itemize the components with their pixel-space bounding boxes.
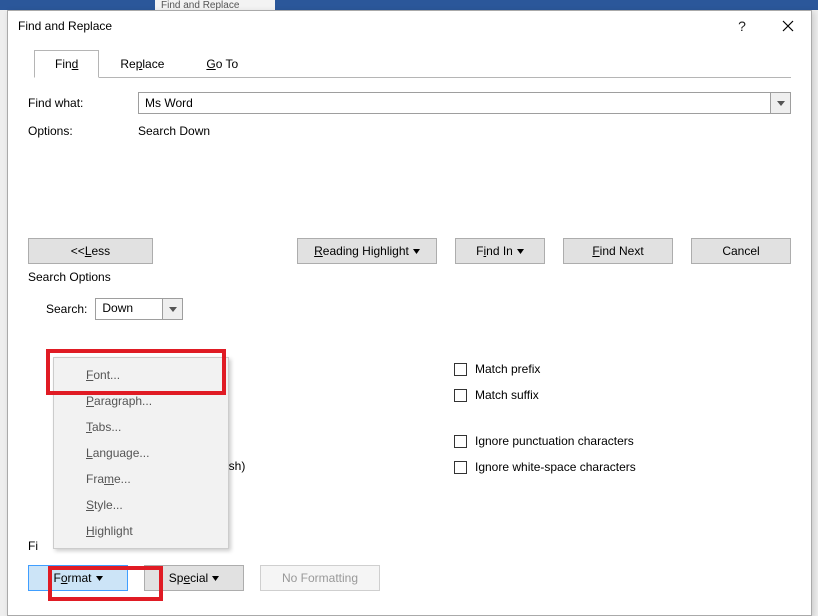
cancel-button[interactable]: Cancel	[691, 238, 791, 264]
menu-item-language[interactable]: Language...	[54, 440, 228, 466]
match-prefix-label: Match prefix	[475, 362, 540, 376]
reading-highlight-button[interactable]: Reading Highlight	[297, 238, 437, 264]
format-menu: Font... Paragraph... Tabs... Language...…	[53, 357, 229, 549]
match-suffix-label: Match suffix	[475, 388, 539, 402]
menu-item-highlight[interactable]: Highlight	[54, 518, 228, 544]
dropdown-triangle-icon	[517, 244, 524, 258]
background-tab: Find and Replace	[155, 0, 275, 10]
menu-item-tabs[interactable]: Tabs...	[54, 414, 228, 440]
tab-strip: Find Replace Go To	[34, 49, 791, 78]
menu-item-font[interactable]: Font...	[54, 362, 228, 388]
chevron-down-icon	[777, 101, 785, 106]
tab-find[interactable]: Find	[34, 50, 99, 78]
tab-goto[interactable]: Go To	[185, 50, 259, 78]
find-what-input[interactable]	[139, 93, 770, 113]
menu-item-style[interactable]: Style...	[54, 492, 228, 518]
dropdown-triangle-icon	[96, 571, 103, 585]
no-formatting-button: No Formatting	[260, 565, 380, 591]
search-direction-dropdown[interactable]	[162, 299, 182, 319]
chevron-down-icon	[169, 307, 177, 312]
search-direction-value: Down	[96, 299, 162, 319]
ignore-punctuation-row[interactable]: Ignore punctuation characters	[454, 434, 636, 448]
search-direction-label: Search:	[46, 302, 87, 316]
find-replace-dialog: Find and Replace ? Find Replace Go To Fi…	[7, 10, 812, 616]
options-value: Search Down	[138, 124, 210, 138]
find-in-button[interactable]: Find In	[455, 238, 545, 264]
dialog-title: Find and Replace	[18, 19, 719, 33]
less-button[interactable]: << Less	[28, 238, 153, 264]
dropdown-triangle-icon	[212, 571, 219, 585]
search-direction-select[interactable]: Down	[95, 298, 183, 320]
special-button[interactable]: Special	[144, 565, 244, 591]
find-what-label: Find what:	[28, 96, 138, 110]
search-options-label: Search Options	[28, 270, 791, 284]
match-suffix-row[interactable]: Match suffix	[454, 388, 540, 402]
ignore-whitespace-checkbox[interactable]	[454, 461, 467, 474]
match-suffix-checkbox[interactable]	[454, 389, 467, 402]
close-button[interactable]	[765, 11, 811, 41]
menu-item-paragraph[interactable]: Paragraph...	[54, 388, 228, 414]
find-what-dropdown[interactable]	[770, 93, 790, 113]
ignore-punctuation-checkbox[interactable]	[454, 435, 467, 448]
match-prefix-checkbox[interactable]	[454, 363, 467, 376]
tab-replace[interactable]: Replace	[99, 50, 185, 78]
find-what-combo[interactable]	[138, 92, 791, 114]
titlebar: Find and Replace ?	[8, 11, 811, 41]
menu-item-frame[interactable]: Frame...	[54, 466, 228, 492]
help-button[interactable]: ?	[719, 11, 765, 41]
ignore-whitespace-label: Ignore white-space characters	[475, 460, 636, 474]
dropdown-triangle-icon	[413, 244, 420, 258]
options-label: Options:	[28, 124, 138, 138]
ignore-punctuation-label: Ignore punctuation characters	[475, 434, 634, 448]
ignore-whitespace-row[interactable]: Ignore white-space characters	[454, 460, 636, 474]
find-next-button[interactable]: Find Next	[563, 238, 673, 264]
match-prefix-row[interactable]: Match prefix	[454, 362, 540, 376]
app-ribbon-fragment	[0, 0, 818, 10]
format-button[interactable]: Format	[28, 565, 128, 591]
